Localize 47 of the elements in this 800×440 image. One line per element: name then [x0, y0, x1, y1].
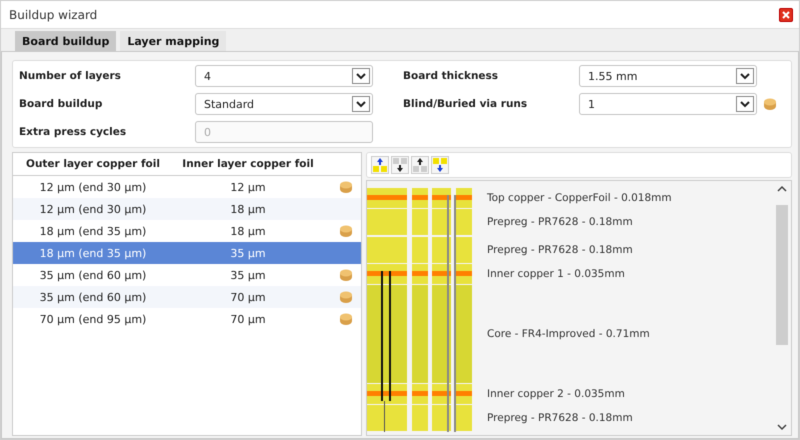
- coin-icon: [763, 97, 777, 111]
- layer-label: Prepreg - PR7628 - 0.18mm: [487, 244, 633, 256]
- tab[interactable]: Layer mapping: [120, 31, 226, 51]
- coin-icon: [339, 268, 353, 282]
- window-title: Buildup wizard: [9, 8, 98, 22]
- layer-label: Prepreg - PR7628 - 0.18mm: [487, 216, 633, 228]
- caret-icon: [736, 68, 754, 84]
- arrow-down-icon: [432, 157, 448, 173]
- dropdown[interactable]: 1.55 mm: [579, 65, 757, 87]
- field-label: Extra press cycles: [19, 125, 128, 140]
- caret-icon: [352, 68, 370, 84]
- scroll-down-icon[interactable]: [777, 423, 787, 431]
- field-label: Number of layers: [19, 69, 122, 84]
- field-label: Board buildup: [19, 97, 104, 112]
- layer-label: Inner copper 1 - 0.035mm: [487, 268, 625, 280]
- table-row[interactable]: 35 µm (end 60 µm) 70 µm: [13, 286, 361, 308]
- close-button[interactable]: [779, 8, 793, 22]
- field-label: Board thickness: [403, 69, 500, 84]
- table-row[interactable]: 12 µm (end 30 µm) 18 µm: [13, 198, 361, 220]
- column-header: Inner layer copper foil: [181, 158, 315, 170]
- layer-label: Core - FR4-Improved - 0.71mm: [487, 328, 650, 340]
- layer-label: Top copper - CopperFoil - 0.018mm: [487, 192, 672, 204]
- close-icon: [782, 10, 790, 18]
- coin-icon: [339, 224, 353, 238]
- coin-icon: [339, 290, 353, 304]
- tab[interactable]: Board buildup: [15, 31, 116, 51]
- scrollbar[interactable]: [775, 185, 789, 431]
- column-header: Outer layer copper foil: [25, 158, 161, 170]
- field-label: Blind/Buried via runs: [403, 97, 528, 112]
- caret-icon: [736, 96, 754, 112]
- dropdown[interactable]: 4: [195, 65, 373, 87]
- layer-label: Prepreg - PR7628 - 0.18mm: [487, 412, 633, 424]
- dropdown[interactable]: 1: [579, 93, 757, 115]
- arrow-up-icon: [372, 157, 388, 173]
- arrow-down-icon: [392, 157, 408, 173]
- move-down-button[interactable]: [391, 156, 409, 174]
- move-up-button[interactable]: [371, 156, 389, 174]
- arrow-up-icon: [412, 157, 428, 173]
- layer-label: Inner copper 2 - 0.035mm: [487, 388, 625, 400]
- caret-icon: [352, 96, 370, 112]
- scroll-up-icon[interactable]: [777, 185, 787, 193]
- table-row[interactable]: 18 µm (end 35 µm) 35 µm: [13, 242, 361, 264]
- coin-icon: [339, 312, 353, 326]
- move-up-button[interactable]: [411, 156, 429, 174]
- coin-icon: [339, 180, 353, 194]
- dropdown[interactable]: Standard: [195, 93, 373, 115]
- move-down-button[interactable]: [431, 156, 449, 174]
